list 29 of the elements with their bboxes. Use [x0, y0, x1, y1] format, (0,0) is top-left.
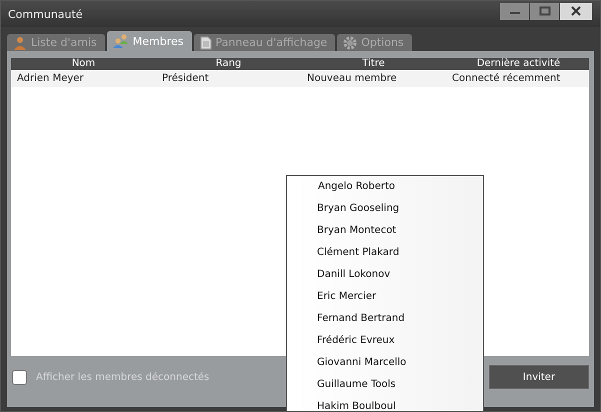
window-title: Communauté: [8, 8, 83, 20]
people-icon: [112, 34, 129, 48]
list-item[interactable]: Clément Plakard: [287, 243, 483, 265]
invite-button[interactable]: Inviter: [489, 365, 589, 389]
table-cell-text: Président: [161, 73, 210, 84]
table-cell-text: Connecté récemment: [451, 73, 562, 84]
table-cell-text: Nouveau membre: [306, 73, 398, 84]
list-item[interactable]: Giovanni Marcello: [287, 353, 483, 375]
minimize-button[interactable]: [500, 2, 529, 20]
table-cell-text: Adrien Meyer: [16, 73, 85, 84]
list-item[interactable]: Angelo Roberto: [287, 177, 483, 199]
close-icon: [570, 6, 582, 16]
column-header[interactable]: Rang: [156, 58, 301, 70]
list-item[interactable]: Fernand Bertrand: [287, 309, 483, 331]
checkbox[interactable]: [12, 370, 27, 384]
maximize-icon: [538, 6, 550, 16]
list-item[interactable]: Danill Lokonov: [287, 265, 483, 287]
list-item[interactable]: Frédéric Evreux: [287, 331, 483, 353]
column-header[interactable]: Dernière activité: [446, 58, 591, 70]
column-header[interactable]: Titre: [301, 58, 446, 70]
list-item[interactable]: Bryan Montecot: [287, 221, 483, 243]
column-header[interactable]: Nom: [11, 58, 156, 70]
person-icon: [13, 36, 27, 50]
checkbox-label: Afficher les membres déconnectés: [36, 372, 210, 382]
list-item[interactable]: Eric Mercier: [287, 287, 483, 309]
list-item[interactable]: Bryan Gooseling: [287, 199, 483, 221]
list-item[interactable]: Hakim Boulboul: [287, 397, 483, 411]
close-button[interactable]: [560, 2, 592, 20]
list-item[interactable]: Guillaume Tools: [287, 375, 483, 397]
